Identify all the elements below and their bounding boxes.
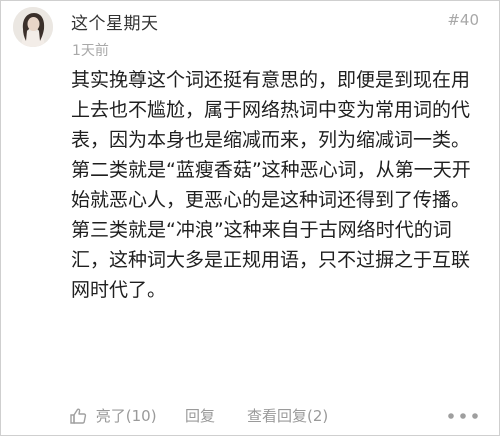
comment-body: 其实挽尊这个词还挺有意思的，即便是到现在用上去也不尴尬，属于网络热词中变为常用词… [71,65,483,305]
like-label: 亮了(10) [95,407,157,425]
more-button[interactable] [445,403,481,429]
floor-number: #40 [447,11,479,29]
more-dots-icon [445,413,481,433]
avatar[interactable] [13,7,53,47]
like-button[interactable]: 亮了(10) [69,403,157,429]
thumbs-up-icon [69,407,96,425]
comment-card: 这个星期天 #40 1天前 其实挽尊这个词还挺有意思的，即便是到现在用上去也不尴… [0,0,500,436]
username[interactable]: 这个星期天 [71,9,159,34]
reply-button[interactable]: 回复 [185,403,215,429]
paragraph: 第二类就是“蓝瘦香菇”这种恶心词，从第一天开始就恶心人，更恶心的是这种词还得到了… [71,159,471,211]
action-bar: 亮了(10) 回复 查看回复(2) [69,403,479,429]
paragraph: 其实挽尊这个词还挺有意思的，即便是到现在用上去也不尴尬，属于网络热词中变为常用词… [71,69,471,151]
view-replies-button[interactable]: 查看回复(2) [247,403,328,429]
paragraph: 第三类就是“冲浪”这种来自于古网络时代的词汇，这种词大多是正规用语，只不过摒之于… [71,219,471,301]
timestamp: 1天前 [72,43,109,59]
